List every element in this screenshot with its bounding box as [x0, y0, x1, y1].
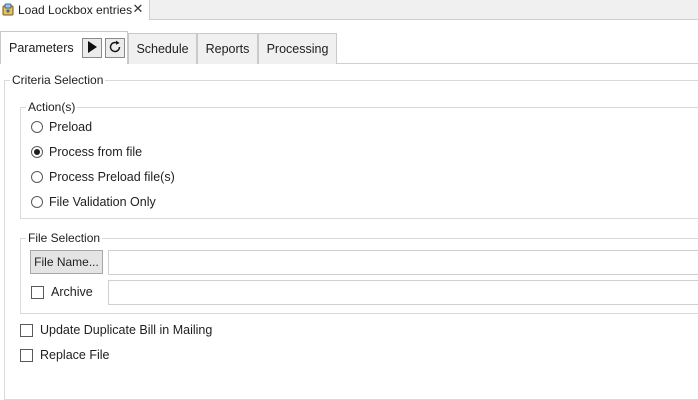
replace-file-row[interactable]: Replace File	[20, 348, 109, 362]
radio-preload[interactable]: Preload	[31, 120, 92, 134]
file-selection-legend: File Selection	[26, 231, 103, 245]
refresh-icon	[108, 40, 122, 57]
run-button[interactable]	[81, 38, 102, 58]
play-icon	[87, 40, 97, 56]
radio-label: Process from file	[49, 145, 143, 159]
tab-processing[interactable]: Processing	[258, 33, 337, 64]
radio-button[interactable]	[31, 196, 43, 208]
radio-file-validation-only[interactable]: File Validation Only	[31, 195, 156, 209]
close-icon[interactable]: ✕	[131, 1, 145, 16]
update-duplicate-bill-checkbox[interactable]	[20, 323, 33, 337]
radio-label: Preload	[49, 120, 93, 134]
tab-processing-label: Processing	[266, 42, 329, 56]
archive-checkbox[interactable]	[31, 285, 44, 299]
archive-label: Archive	[51, 285, 93, 299]
radio-button[interactable]	[31, 121, 43, 133]
tab-parameters[interactable]: Parameters	[0, 31, 128, 64]
radio-process-preload-files[interactable]: Process Preload file(s)	[31, 170, 175, 184]
radio-label: File Validation Only	[49, 195, 156, 209]
actions-legend: Action(s)	[26, 100, 78, 114]
document-tab-bar: Load Lockbox entries ✕	[0, 0, 698, 20]
file-name-field[interactable]	[108, 250, 698, 275]
tab-schedule[interactable]: Schedule	[128, 33, 197, 64]
tab-reports[interactable]: Reports	[197, 33, 258, 64]
radio-button[interactable]	[31, 171, 43, 183]
tab-parameters-label: Parameters	[9, 41, 74, 55]
document-tab[interactable]: Load Lockbox entries ✕	[0, 0, 150, 20]
criteria-selection-legend: Criteria Selection	[10, 73, 106, 87]
update-duplicate-bill-label: Update Duplicate Bill in Mailing	[40, 323, 213, 337]
tab-reports-label: Reports	[205, 42, 250, 56]
radio-button-selected[interactable]	[31, 146, 43, 158]
radio-selected-dot	[34, 149, 40, 155]
document-tab-title: Load Lockbox entries	[18, 3, 133, 17]
archive-path-field[interactable]	[108, 280, 698, 305]
radio-label: Process Preload file(s)	[49, 170, 175, 184]
archive-checkbox-row[interactable]: Archive	[31, 285, 93, 299]
update-duplicate-bill-row[interactable]: Update Duplicate Bill in Mailing	[20, 323, 212, 337]
replace-file-checkbox[interactable]	[20, 348, 33, 362]
parameter-tab-strip: Parameters Schedule Reports Processing	[0, 31, 698, 64]
lockbox-app-icon	[2, 3, 14, 17]
file-name-button[interactable]: File Name...	[30, 250, 103, 274]
replace-file-label: Replace File	[40, 348, 110, 362]
tab-schedule-label: Schedule	[136, 42, 189, 56]
refresh-button[interactable]	[104, 38, 125, 58]
radio-process-from-file[interactable]: Process from file	[31, 145, 142, 159]
